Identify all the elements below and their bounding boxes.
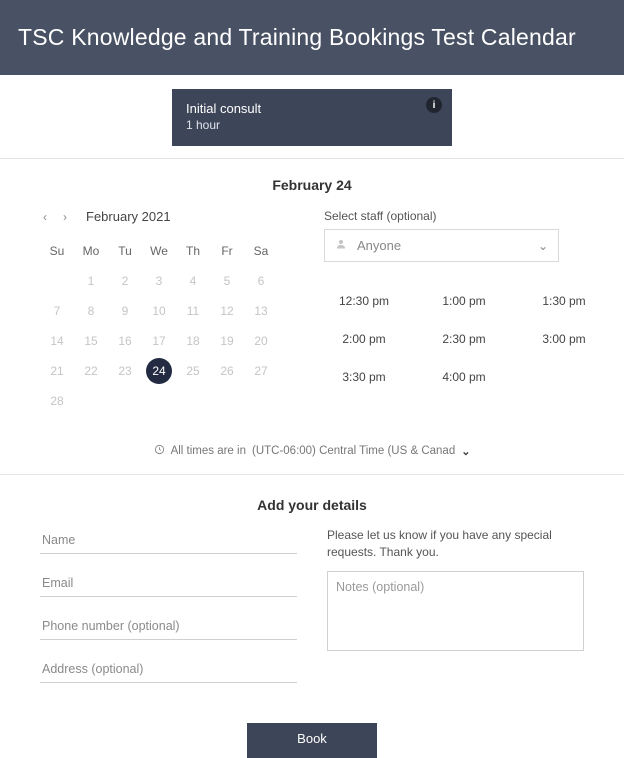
calendar-day[interactable]: 21 [40,356,74,386]
calendar-day[interactable]: 14 [40,326,74,356]
calendar-nav: ‹ › February 2021 [40,209,294,224]
weekday-label: We [142,236,176,266]
chevron-down-icon: ⌄ [461,445,470,458]
calendar-day[interactable]: 4 [176,266,210,296]
calendar-day[interactable]: 12 [210,296,244,326]
weekday-label: Mo [74,236,108,266]
calendar-day[interactable]: 19 [210,326,244,356]
service-card[interactable]: Initial consult 1 hour i [172,89,452,146]
person-icon [335,238,347,253]
time-slot[interactable]: 1:30 pm [524,290,604,312]
time-slot[interactable]: 1:00 pm [424,290,504,312]
calendar-day[interactable]: 20 [244,326,278,356]
page-title: TSC Knowledge and Training Bookings Test… [18,24,606,51]
month-label: February 2021 [86,209,171,224]
timezone-prefix: All times are in [171,445,246,457]
details-heading: Add your details [0,475,624,527]
calendar-day [244,386,278,416]
calendar-day[interactable]: 16 [108,326,142,356]
weekday-label: Su [40,236,74,266]
service-duration: 1 hour [186,118,438,132]
calendar-day[interactable]: 11 [176,296,210,326]
calendar-day[interactable]: 2 [108,266,142,296]
special-requests-message: Please let us know if you have any speci… [327,527,584,561]
service-row: Initial consult 1 hour i [0,75,624,158]
time-slots: 12:30 pm 1:00 pm 1:30 pm 2:00 pm 2:30 pm 3:00… [324,290,604,388]
calendar-day[interactable]: 1 [74,266,108,296]
calendar-day [40,266,74,296]
weekday-label: Fr [210,236,244,266]
calendar-day[interactable]: 27 [244,356,278,386]
email-input[interactable] [40,570,297,597]
time-slot[interactable]: 3:30 pm [324,366,404,388]
weekday-label: Tu [108,236,142,266]
calendar-day[interactable]: 18 [176,326,210,356]
prev-month-button[interactable]: ‹ [40,210,50,224]
clock-icon [154,444,165,458]
calendar-day-selected[interactable]: 24 [146,358,172,384]
notes-input[interactable] [327,571,584,651]
weekday-label: Th [176,236,210,266]
staff-label: Select staff (optional) [324,209,604,223]
calendar-day[interactable]: 10 [142,296,176,326]
staff-value: Anyone [357,238,401,253]
time-slot[interactable]: 3:00 pm [524,328,604,350]
calendar-day[interactable]: 25 [176,356,210,386]
calendar-day [74,386,108,416]
calendar-day[interactable]: 8 [74,296,108,326]
name-input[interactable] [40,527,297,554]
calendar-day [176,386,210,416]
time-slot[interactable]: 2:30 pm [424,328,504,350]
calendar-day[interactable]: 15 [74,326,108,356]
address-input[interactable] [40,656,297,683]
weekday-label: Sa [244,236,278,266]
calendar-day[interactable]: 22 [74,356,108,386]
calendar-day[interactable]: 17 [142,326,176,356]
calendar-day[interactable]: 13 [244,296,278,326]
timezone-row[interactable]: All times are in (UTC-06:00) Central Tim… [0,426,624,474]
next-month-button[interactable]: › [60,210,70,224]
chevron-down-icon: ⌄ [538,239,548,253]
calendar-day[interactable]: 5 [210,266,244,296]
calendar-day[interactable]: 26 [210,356,244,386]
calendar-day[interactable]: 9 [108,296,142,326]
book-button[interactable]: Book [247,723,377,758]
service-name: Initial consult [186,101,438,116]
info-icon[interactable]: i [426,97,442,113]
phone-input[interactable] [40,613,297,640]
calendar: ‹ › February 2021 SuMoTuWeThFrSa12345678… [40,209,294,416]
time-slot[interactable]: 12:30 pm [324,290,404,312]
calendar-day[interactable]: 28 [40,386,74,416]
staff-select[interactable]: Anyone ⌄ [324,229,559,262]
selected-date-heading: February 24 [0,159,624,203]
calendar-day[interactable]: 6 [244,266,278,296]
calendar-day [210,386,244,416]
calendar-day [142,386,176,416]
header-banner: TSC Knowledge and Training Bookings Test… [0,0,624,75]
calendar-day [108,386,142,416]
calendar-day[interactable]: 3 [142,266,176,296]
calendar-day[interactable]: 23 [108,356,142,386]
timezone-value: (UTC-06:00) Central Time (US & Canad [252,445,455,457]
time-slot[interactable]: 4:00 pm [424,366,504,388]
time-slot[interactable]: 2:00 pm [324,328,404,350]
calendar-day[interactable]: 7 [40,296,74,326]
